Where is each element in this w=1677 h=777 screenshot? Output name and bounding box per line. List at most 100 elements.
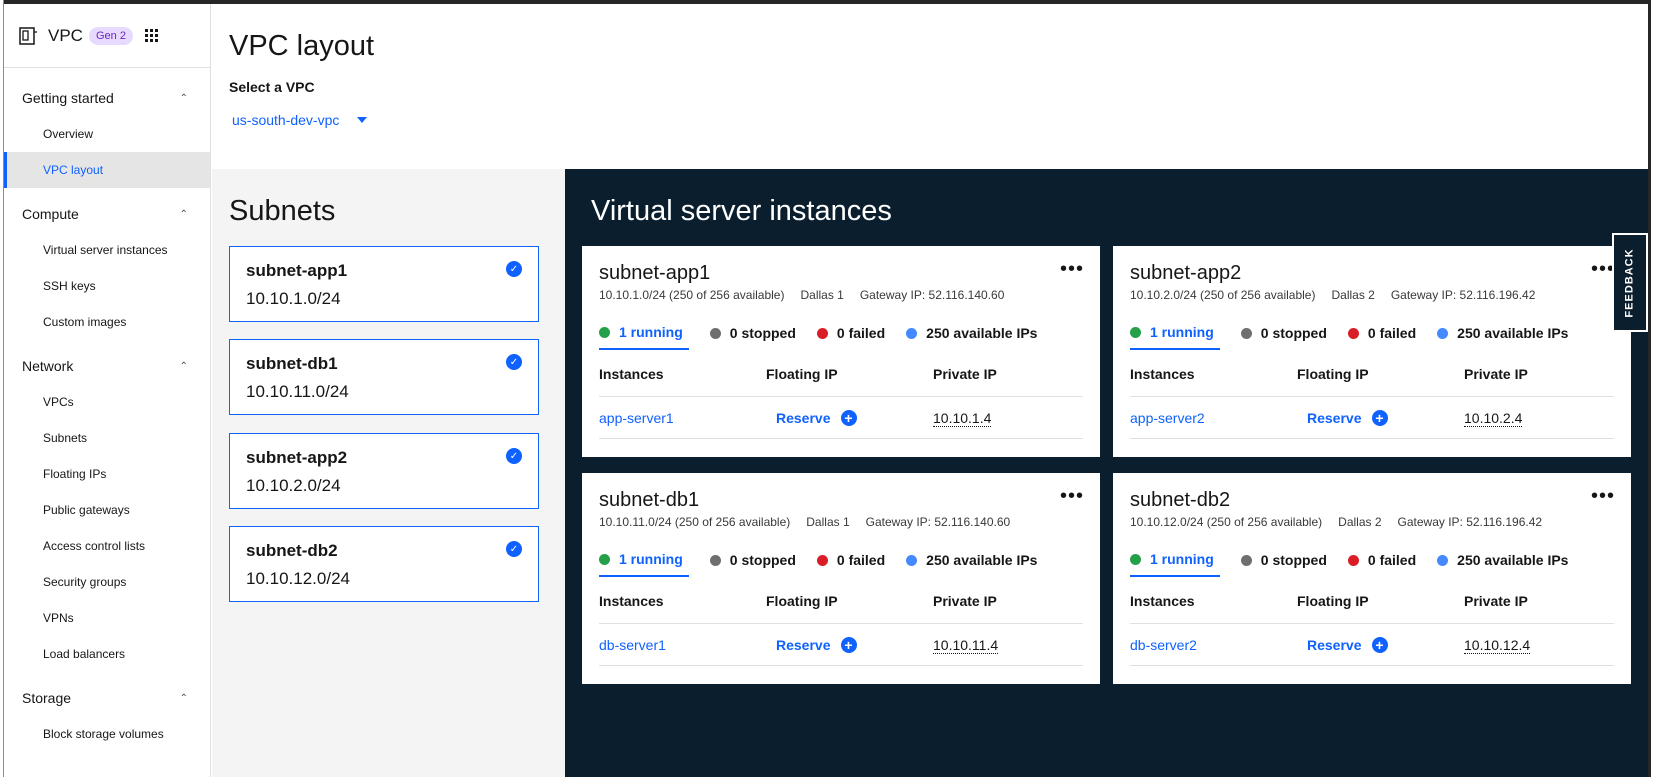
table-header: Instances Floating IP Private IP	[1130, 593, 1614, 617]
sidebar-item-block-storage-volumes[interactable]: Block storage volumes	[4, 716, 210, 752]
sidebar-item-virtual-server-instances[interactable]: Virtual server instances	[4, 232, 210, 268]
vpc-icon	[19, 26, 37, 45]
private-ip-cell: 10.10.12.4	[1464, 636, 1614, 654]
tab-running[interactable]: 1 running	[599, 543, 689, 577]
sidebar-item-public-gateways[interactable]: Public gateways	[4, 492, 210, 528]
stopped-dot-icon	[1240, 554, 1252, 566]
tab-label: 0 failed	[836, 552, 886, 568]
sidebar-item-access-control-lists[interactable]: Access control lists	[4, 528, 210, 564]
tab-label: 1 running	[1150, 551, 1214, 567]
tab-label: 250 available IPs	[926, 325, 1038, 341]
feedback-label: FEEDBACK	[1624, 247, 1636, 318]
instance-link[interactable]: app-server1	[599, 410, 766, 426]
subnet-name: subnet-db1	[246, 354, 338, 373]
overflow-menu-icon[interactable]: •••	[1060, 259, 1084, 279]
tab-label: 250 available IPs	[1457, 552, 1569, 568]
sidebar-item-vpcs[interactable]: VPCs	[4, 384, 210, 420]
sidebar-item-security-groups[interactable]: Security groups	[4, 564, 210, 600]
failed-dot-icon	[816, 554, 828, 566]
reserve-button[interactable]: Reserve +	[1297, 636, 1464, 653]
instance-link[interactable]: app-server2	[1130, 410, 1297, 426]
tab-available-ips[interactable]: 250 available IPs	[906, 543, 1037, 577]
private-ip: 10.10.11.4	[933, 636, 999, 654]
tab-failed[interactable]: 0 failed	[816, 316, 885, 350]
tab-failed[interactable]: 0 failed	[1347, 543, 1417, 577]
private-ip: 10.10.2.4	[1464, 409, 1523, 427]
tab-label: 0 failed	[1367, 552, 1417, 568]
chevron-up-icon: ⌃	[179, 692, 188, 704]
tab-label: 0 stopped	[729, 552, 796, 568]
sidebar-item-subnets[interactable]: Subnets	[4, 420, 210, 456]
subnet-tile[interactable]: subnet-db1 10.10.11.0/24 ✓	[229, 339, 539, 415]
card-gateway: Gateway IP: 52.116.140.60	[865, 515, 1011, 529]
status-tabs: 1 running 0 stopped 0 failed 250 availab…	[1130, 316, 1614, 350]
col-private-ip: Private IP	[1464, 593, 1528, 609]
available-dot-icon	[1437, 327, 1449, 339]
card-zone: Dallas 2	[1331, 288, 1375, 302]
tab-available-ips[interactable]: 250 available IPs	[906, 316, 1037, 350]
sidebar-item-load-balancers[interactable]: Load balancers	[4, 636, 210, 672]
tab-stopped[interactable]: 0 stopped	[1240, 316, 1327, 350]
col-instances: Instances	[599, 366, 664, 382]
running-dot-icon	[1130, 553, 1141, 565]
sidebar-item-vpns[interactable]: VPNs	[4, 600, 210, 636]
instance-link[interactable]: db-server1	[599, 637, 766, 653]
page-title: VPC layout	[229, 30, 375, 62]
tab-failed[interactable]: 0 failed	[1347, 316, 1417, 350]
checkmark-filled-icon: ✓	[506, 354, 522, 370]
feedback-button[interactable]: FEEDBACK	[1612, 233, 1648, 332]
sidebar-item-floating-ips[interactable]: Floating IPs	[4, 456, 210, 492]
section-label: Network	[22, 358, 74, 374]
col-floating-ip: Floating IP	[1297, 593, 1369, 609]
card-meta: 10.10.2.0/24 (250 of 256 available) Dall…	[1130, 288, 1614, 302]
sidebar-item-ssh-keys[interactable]: SSH keys	[4, 268, 210, 304]
tab-label: 0 failed	[1367, 325, 1417, 341]
card-subnet-name: subnet-db2	[1130, 489, 1231, 511]
sidebar-item-custom-images[interactable]: Custom images	[4, 304, 210, 340]
vpc-dropdown[interactable]: us-south-dev-vpc	[232, 112, 368, 128]
overflow-menu-icon[interactable]: •••	[1591, 486, 1615, 506]
tab-label: 0 stopped	[1260, 325, 1327, 341]
section-network[interactable]: Network ⌃	[4, 348, 210, 384]
tab-running[interactable]: 1 running	[1130, 316, 1220, 350]
instance-link[interactable]: db-server2	[1130, 637, 1297, 653]
app-switcher-icon[interactable]	[144, 28, 159, 43]
available-dot-icon	[1437, 554, 1449, 566]
tab-running[interactable]: 1 running	[599, 316, 689, 350]
tab-stopped[interactable]: 0 stopped	[709, 543, 796, 577]
tab-label: 1 running	[619, 551, 683, 567]
available-dot-icon	[906, 554, 918, 566]
overflow-menu-icon[interactable]: •••	[1060, 486, 1084, 506]
tab-label: 0 stopped	[729, 325, 796, 341]
reserve-button[interactable]: Reserve +	[1297, 409, 1464, 426]
section-compute[interactable]: Compute ⌃	[4, 196, 210, 232]
tab-stopped[interactable]: 0 stopped	[1240, 543, 1327, 577]
add-filled-icon: +	[1371, 636, 1388, 653]
reserve-button[interactable]: Reserve +	[766, 409, 933, 426]
tab-failed[interactable]: 0 failed	[816, 543, 886, 577]
failed-dot-icon	[1347, 554, 1359, 566]
tab-available-ips[interactable]: 250 available IPs	[1437, 543, 1568, 577]
section-getting-started[interactable]: Getting started ⌃	[4, 80, 210, 116]
subnet-tile[interactable]: subnet-db2 10.10.12.0/24 ✓	[229, 526, 539, 602]
subnet-tile[interactable]: subnet-app1 10.10.1.0/24 ✓	[229, 246, 539, 322]
subnet-name: subnet-app2	[246, 448, 348, 467]
reserve-button[interactable]: Reserve +	[766, 636, 933, 653]
card-subnet-name: subnet-app1	[599, 262, 711, 284]
private-ip: 10.10.12.4	[1464, 636, 1531, 654]
add-filled-icon: +	[840, 409, 857, 426]
sidebar-item-overview[interactable]: Overview	[4, 116, 210, 152]
tab-available-ips[interactable]: 250 available IPs	[1437, 316, 1568, 350]
reserve-label: Reserve	[1307, 409, 1362, 426]
subnet-name: subnet-db2	[246, 541, 338, 560]
subnet-cidr: 10.10.11.0/24	[246, 382, 349, 401]
tab-running[interactable]: 1 running	[1130, 543, 1220, 577]
browser-top-edge	[0, 0, 1677, 4]
subnet-name: subnet-app1	[246, 261, 348, 280]
subnet-tile[interactable]: subnet-app2 10.10.2.0/24 ✓	[229, 433, 539, 509]
tab-stopped[interactable]: 0 stopped	[709, 316, 796, 350]
subnet-cidr: 10.10.1.0/24	[246, 289, 341, 308]
subnet-cidr: 10.10.2.0/24	[246, 476, 341, 495]
sidebar-item-vpc-layout[interactable]: VPC layout	[4, 152, 210, 188]
section-storage[interactable]: Storage ⌃	[4, 680, 210, 716]
